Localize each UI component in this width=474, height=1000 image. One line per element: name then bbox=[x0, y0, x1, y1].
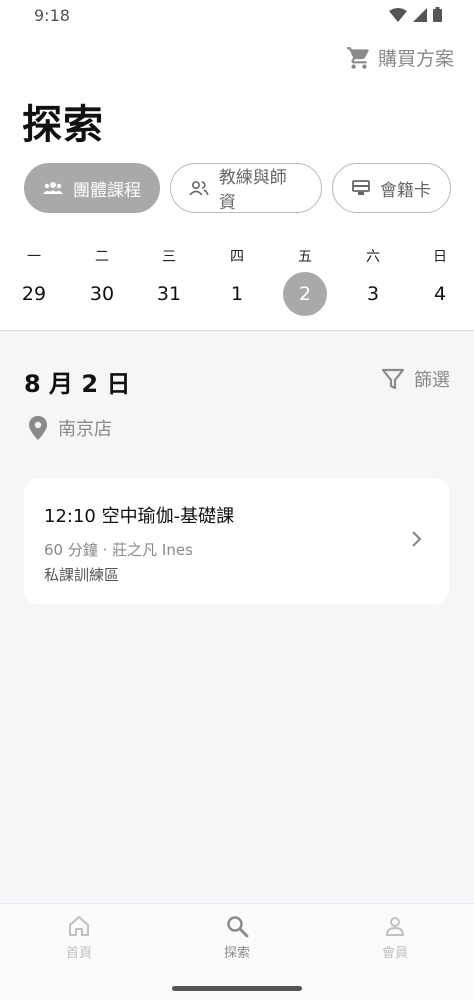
location-selector[interactable]: 南京店 bbox=[28, 415, 112, 441]
calendar-day[interactable]: 六 3 bbox=[348, 246, 398, 316]
location-pin-icon bbox=[29, 416, 47, 440]
class-room: 私課訓練區 bbox=[44, 566, 120, 584]
filter-label: 篩選 bbox=[414, 370, 450, 391]
chevron-right-icon bbox=[412, 531, 422, 547]
tab-group-classes-label: 團體課程 bbox=[73, 180, 141, 201]
tab-membership-card[interactable]: 會籍卡 bbox=[332, 163, 451, 213]
calendar-day[interactable]: 三 31 bbox=[144, 246, 194, 316]
day-number: 1 bbox=[230, 283, 244, 305]
calendar-day[interactable]: 日 4 bbox=[415, 246, 465, 316]
nav-home-label: 首頁 bbox=[65, 946, 92, 961]
nav-item-member[interactable]: 會員 bbox=[355, 914, 435, 961]
battery-icon bbox=[433, 7, 442, 22]
home-icon bbox=[69, 916, 89, 936]
cart-icon bbox=[347, 46, 369, 69]
buy-plan-label: 購買方案 bbox=[377, 48, 454, 70]
bottom-nav: 首頁 探索 會員 bbox=[0, 903, 474, 1000]
day-number: 30 bbox=[89, 283, 115, 305]
weekday-label: 六 bbox=[366, 249, 380, 265]
weekday-label: 日 bbox=[433, 249, 447, 265]
weekday-label: 五 bbox=[298, 249, 312, 265]
status-time: 9:18 bbox=[34, 6, 70, 25]
home-indicator[interactable] bbox=[172, 986, 302, 991]
user-icon bbox=[386, 917, 404, 936]
weekday-label: 三 bbox=[162, 249, 176, 265]
weekday-label: 四 bbox=[230, 249, 244, 265]
weekday-label: 一 bbox=[27, 249, 41, 265]
day-number: 2 bbox=[283, 272, 327, 316]
card-icon bbox=[352, 180, 370, 195]
class-title: 12:10 空中瑜伽-基礎課 bbox=[44, 506, 235, 527]
filter-icon bbox=[382, 368, 404, 390]
day-number: 3 bbox=[366, 283, 380, 305]
search-icon bbox=[227, 916, 249, 938]
day-number: 29 bbox=[21, 283, 47, 305]
buy-plan-button[interactable]: 購買方案 bbox=[346, 44, 454, 71]
tab-coaches-label: 教練與師資 bbox=[218, 168, 287, 213]
filter-button[interactable]: 篩選 bbox=[382, 366, 450, 392]
calendar-day[interactable]: 二 30 bbox=[77, 246, 127, 316]
tab-coaches[interactable]: 教練與師資 bbox=[170, 163, 322, 213]
class-meta: 60 分鐘 · 莊之凡 Ines bbox=[44, 541, 193, 559]
nav-member-label: 會員 bbox=[381, 946, 408, 961]
group-icon bbox=[43, 182, 63, 194]
calendar-day[interactable]: 四 1 bbox=[212, 246, 262, 316]
page-title: 探索 bbox=[22, 102, 104, 148]
cellular-signal-icon bbox=[413, 7, 427, 22]
category-tabs: 團體課程 教練與師資 會籍卡 bbox=[24, 163, 451, 213]
selected-date-heading: 8 月 2 日 bbox=[24, 370, 131, 398]
class-card[interactable]: 12:10 空中瑜伽-基礎課 60 分鐘 · 莊之凡 Ines 私課訓練區 bbox=[24, 478, 449, 604]
day-number: 4 bbox=[433, 283, 447, 305]
status-icons bbox=[389, 7, 442, 22]
day-number: 31 bbox=[156, 283, 182, 305]
nav-explore-label: 探索 bbox=[223, 946, 250, 961]
wifi-icon bbox=[389, 7, 407, 22]
location-label: 南京店 bbox=[58, 419, 112, 440]
weekday-label: 二 bbox=[95, 249, 109, 265]
nav-item-explore[interactable]: 探索 bbox=[197, 914, 277, 961]
tab-membership-card-label: 會籍卡 bbox=[380, 180, 431, 201]
tab-group-classes[interactable]: 團體課程 bbox=[24, 163, 160, 213]
status-bar: 9:18 bbox=[0, 0, 474, 32]
calendar-day-selected[interactable]: 五 2 bbox=[280, 246, 330, 316]
nav-item-home[interactable]: 首頁 bbox=[39, 914, 119, 961]
week-calendar: 一 29 二 30 三 31 四 1 五 2 六 3 日 4 bbox=[0, 246, 474, 326]
calendar-day[interactable]: 一 29 bbox=[9, 246, 59, 316]
people-icon bbox=[189, 181, 209, 196]
top-panel: 9:18 購買方案 探索 團體課程 教練與師資 會籍卡 一 29 二 30 三 … bbox=[0, 0, 474, 331]
